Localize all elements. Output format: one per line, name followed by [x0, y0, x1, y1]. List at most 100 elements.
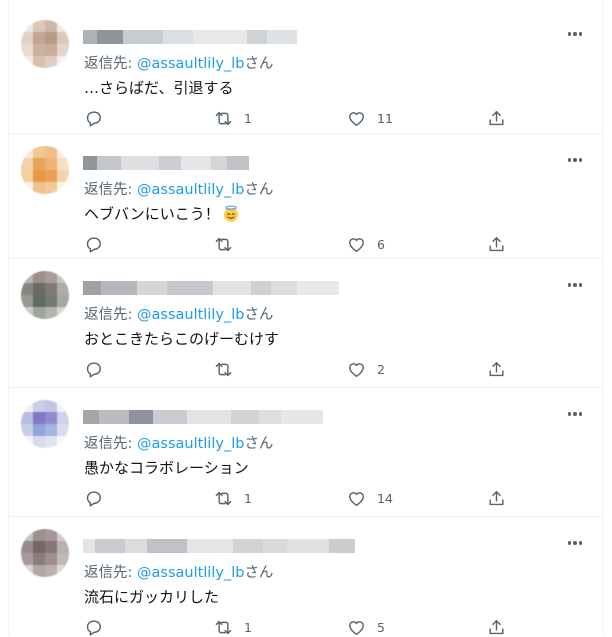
- smiling-face-with-halo-emoji: [223, 205, 238, 222]
- reply-button[interactable]: [84, 617, 103, 637]
- tweet-text-content: 愚かなコラボレーション: [84, 459, 249, 477]
- tweet-text: ヘブバンにいこう！: [84, 203, 240, 224]
- tweet-text-content: …さらばだ、引退する: [84, 79, 234, 97]
- tweet-actions: 6: [84, 234, 524, 254]
- reply-to-line: 返信先: @assaultlily_lbさん: [84, 52, 273, 73]
- reply-to-line: 返信先: @assaultlily_lbさん: [84, 432, 273, 453]
- like-count: 14: [377, 490, 393, 506]
- tweet-actions: 1 5: [84, 617, 524, 637]
- like-count: 2: [377, 361, 385, 377]
- heart-icon: [349, 111, 364, 126]
- avatar[interactable]: [21, 400, 69, 448]
- reply-icon: [86, 361, 101, 377]
- avatar[interactable]: [21, 529, 69, 577]
- tweet-text: …さらばだ、引退する: [84, 77, 234, 98]
- tweet-actions: 2: [84, 359, 524, 379]
- reply-icon: [86, 619, 101, 635]
- avatar[interactable]: [21, 146, 69, 194]
- like-button[interactable]: 14: [347, 488, 393, 508]
- share-button[interactable]: [487, 359, 506, 379]
- reply-to-suffix: さん: [244, 307, 274, 323]
- reply-tweet[interactable]: 返信先: @assaultlily_lbさん …さらばだ、引退する 1 11: [9, 8, 603, 134]
- reply-to-suffix: さん: [244, 56, 274, 72]
- reply-tweet[interactable]: 返信先: @assaultlily_lbさん 流石にガッカリした 1 5: [9, 517, 603, 636]
- more-options-button[interactable]: [565, 533, 585, 553]
- reply-to-label: 返信先:: [84, 307, 137, 323]
- display-name-censored[interactable]: [83, 30, 297, 44]
- reply-to-label: 返信先:: [84, 436, 137, 452]
- retweet-icon: [215, 491, 232, 505]
- retweet-count: 1: [244, 619, 252, 635]
- reply-to-handle-link[interactable]: @assaultlily_lb: [137, 182, 244, 198]
- like-button[interactable]: 11: [347, 108, 393, 128]
- tweet-actions: 1 11: [84, 108, 524, 128]
- heart-icon: [349, 362, 364, 377]
- retweet-count: 1: [244, 490, 252, 506]
- reply-tweet[interactable]: 返信先: @assaultlily_lbさん ヘブバンにいこう！ 6: [9, 134, 603, 259]
- display-name-censored[interactable]: [83, 281, 339, 295]
- share-button[interactable]: [487, 108, 506, 128]
- tweet-text: 流石にガッカリした: [84, 586, 219, 607]
- retweet-icon: [215, 362, 232, 376]
- reply-to-line: 返信先: @assaultlily_lbさん: [84, 178, 273, 199]
- reply-icon: [86, 490, 101, 506]
- heart-icon: [349, 620, 364, 635]
- more-options-button[interactable]: [565, 275, 585, 295]
- reply-button[interactable]: [84, 108, 103, 128]
- tweet-actions: 1 14: [84, 488, 524, 508]
- avatar[interactable]: [21, 271, 69, 319]
- share-icon: [489, 490, 504, 505]
- retweet-button[interactable]: 1: [214, 108, 252, 128]
- tweet-text-content: おとこきたらこのげーむけす: [84, 330, 280, 348]
- reply-to-line: 返信先: @assaultlily_lbさん: [84, 303, 273, 324]
- tweet-text-content: ヘブバンにいこう！: [84, 205, 220, 223]
- share-icon: [489, 110, 504, 125]
- like-button[interactable]: 2: [347, 359, 385, 379]
- share-icon: [489, 236, 504, 251]
- more-options-button[interactable]: [565, 150, 585, 170]
- like-button[interactable]: 6: [347, 234, 385, 254]
- display-name-censored[interactable]: [83, 156, 249, 170]
- share-button[interactable]: [487, 617, 506, 637]
- reply-timeline: 返信先: @assaultlily_lbさん …さらばだ、引退する 1 11 返…: [8, 0, 604, 636]
- like-count: 5: [377, 619, 385, 635]
- like-count: 11: [377, 110, 393, 126]
- retweet-button[interactable]: 1: [214, 617, 252, 637]
- reply-to-suffix: さん: [244, 182, 274, 198]
- reply-to-suffix: さん: [244, 565, 274, 581]
- retweet-icon: [215, 237, 232, 251]
- retweet-button[interactable]: [214, 359, 244, 379]
- reply-icon: [86, 236, 101, 252]
- reply-to-line: 返信先: @assaultlily_lbさん: [84, 561, 273, 582]
- reply-to-label: 返信先:: [84, 182, 137, 198]
- heart-icon: [349, 237, 364, 252]
- like-button[interactable]: 5: [347, 617, 385, 637]
- reply-icon: [86, 110, 101, 126]
- reply-tweet[interactable]: 返信先: @assaultlily_lbさん 愚かなコラボレーション 1 14: [9, 388, 603, 517]
- more-options-button[interactable]: [565, 404, 585, 424]
- avatar[interactable]: [21, 20, 69, 68]
- reply-button[interactable]: [84, 359, 103, 379]
- display-name-censored[interactable]: [83, 539, 355, 553]
- reply-button[interactable]: [84, 488, 103, 508]
- reply-button[interactable]: [84, 234, 103, 254]
- tweet-text: おとこきたらこのげーむけす: [84, 328, 279, 349]
- retweet-count: 1: [244, 110, 252, 126]
- reply-to-handle-link[interactable]: @assaultlily_lb: [137, 565, 244, 581]
- heart-icon: [349, 491, 364, 506]
- share-button[interactable]: [487, 488, 506, 508]
- reply-to-suffix: さん: [244, 436, 274, 452]
- retweet-button[interactable]: 1: [214, 488, 252, 508]
- retweet-button[interactable]: [214, 234, 244, 254]
- reply-tweet[interactable]: 返信先: @assaultlily_lbさん おとこきたらこのげーむけす 2: [9, 259, 603, 388]
- reply-to-handle-link[interactable]: @assaultlily_lb: [137, 56, 244, 72]
- reply-to-handle-link[interactable]: @assaultlily_lb: [137, 307, 244, 323]
- more-options-button[interactable]: [565, 24, 585, 44]
- share-button[interactable]: [487, 234, 506, 254]
- share-icon: [489, 361, 504, 376]
- tweet-text-content: 流石にガッカリした: [84, 588, 220, 606]
- reply-to-handle-link[interactable]: @assaultlily_lb: [137, 436, 244, 452]
- reply-to-label: 返信先:: [84, 565, 137, 581]
- tweet-text: 愚かなコラボレーション: [84, 457, 249, 478]
- display-name-censored[interactable]: [83, 410, 323, 424]
